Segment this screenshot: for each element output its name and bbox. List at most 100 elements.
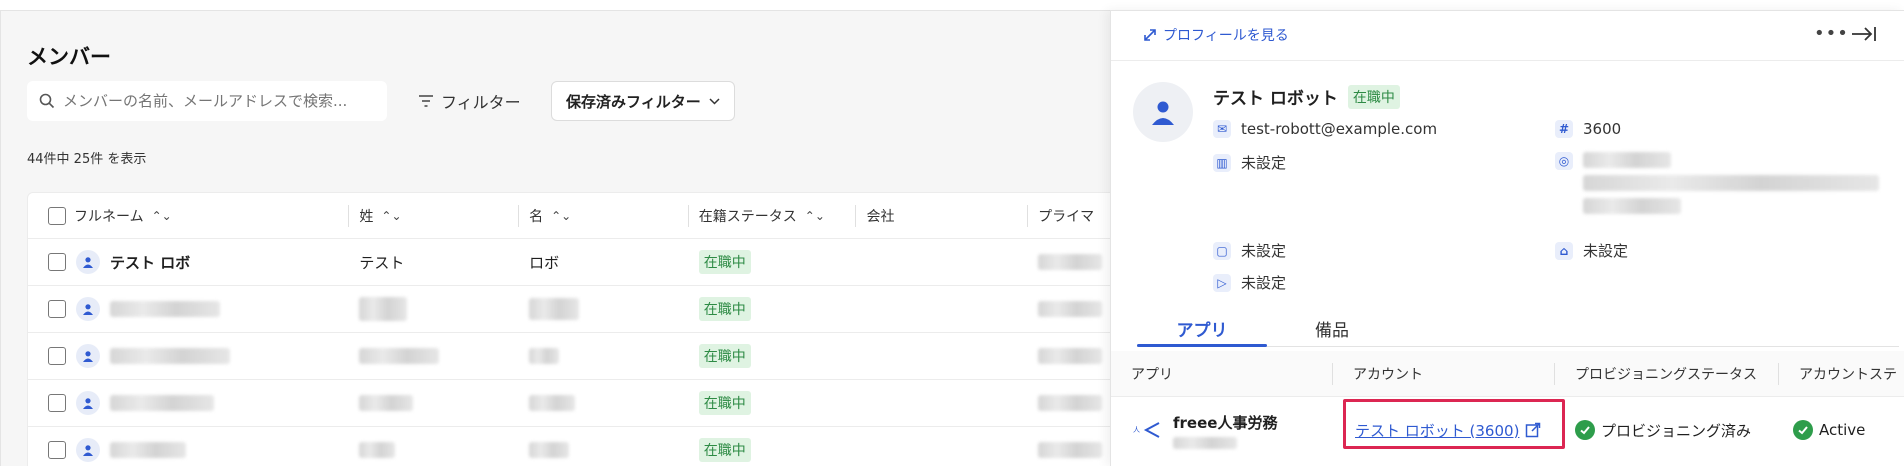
redacted-name [110,348,230,364]
mail-icon: ✉ [1213,120,1231,138]
column-account-status: アカウントステ [1799,366,1897,383]
table-row[interactable]: 在職中 [28,427,1110,466]
drawer-tabs: アプリ 備品 [1137,311,1899,347]
highlight-box [1343,399,1565,449]
result-count: 44件中 25件 を表示 [27,152,147,167]
table-row[interactable]: テスト ロボ テスト ロボ 在職中 [28,239,1110,286]
tag-icon: ▷ [1213,273,1231,292]
row-checkbox[interactable] [48,441,66,459]
redacted-value [1173,436,1237,449]
avatar [76,344,100,368]
app-cell: 人 freee人事労務 [1111,412,1333,449]
sort-icon[interactable]: ⌃⌄ [805,209,825,223]
column-fullname[interactable]: フルネーム ⌃⌄ [28,204,350,227]
column-app: アプリ [1111,362,1333,385]
saved-filter-label: 保存済みフィルター [566,92,701,111]
redacted-value [1038,301,1103,317]
filter-button[interactable]: フィルター [419,89,521,113]
member-search[interactable] [27,81,387,121]
table-row[interactable]: 在職中 [28,380,1110,427]
redacted-value [1583,152,1671,168]
saved-filter-dropdown[interactable]: 保存済みフィルター [551,81,735,121]
column-provisioning-status: プロビジョニングステータス [1555,362,1779,385]
sort-icon[interactable]: ⌃⌄ [381,209,401,223]
department-value: 未設定 [1241,154,1287,172]
redacted-value [529,442,570,458]
members-table: フルネーム ⌃⌄ 姓 ⌃⌄ 名 ⌃⌄ 在籍ステータス ⌃⌄ 会社 プライマ テス… [27,192,1110,466]
profile-name: テスト ロボット [1213,89,1338,109]
status-badge: 在職中 [698,250,751,274]
column-primary[interactable]: プライマ [1028,205,1110,227]
table-row[interactable]: 在職中 [28,333,1110,380]
label-row: ▷ 未設定 [1213,272,1286,293]
status-badge: 在職中 [698,391,751,415]
provisioning-cell: プロビジョニング済み [1555,420,1779,441]
avatar [76,391,100,415]
view-profile-link[interactable]: プロフィールを見る [1143,25,1289,45]
email-row: ✉ test-robott@example.com [1213,120,1437,138]
department-row: ▥ 未設定 [1213,152,1286,173]
filter-icon [419,95,433,107]
members-panel: メンバー フィルター 保存済みフィルター 44件中 25件 を表示 フルネーム … [0,10,1110,466]
redacted-value [529,348,560,364]
column-status[interactable]: 在籍ステータス ⌃⌄ [689,204,857,227]
apps-table-header: アプリ アカウント プロビジョニングステータス アカウントステ [1111,351,1904,397]
redacted-value [1583,198,1681,214]
filter-label: フィルター [441,93,521,112]
job-title-value: 未設定 [1241,242,1287,260]
collapse-right-icon[interactable] [1851,25,1877,47]
check-circle-icon [1793,420,1813,440]
office-icon: ⌂ [1555,241,1573,260]
tab-equipment[interactable]: 備品 [1267,311,1397,346]
column-lastname[interactable]: 姓 ⌃⌄ [349,204,520,227]
address-row: ◎ [1555,152,1879,214]
apps-table: アプリ アカウント プロビジョニングステータス アカウントステ 人 freee人… [1111,351,1904,463]
member-name[interactable]: テスト ロボ [110,252,190,273]
table-header: フルネーム ⌃⌄ 姓 ⌃⌄ 名 ⌃⌄ 在籍ステータス ⌃⌄ 会社 プライマ [28,193,1110,239]
account-status-cell: Active [1779,420,1904,440]
provisioning-status: プロビジョニング済み [1601,421,1752,440]
user-icon [83,304,93,315]
column-company[interactable]: 会社 [856,204,1029,227]
redacted-value [1038,254,1103,270]
employee-number-row: # 3600 [1555,120,1621,138]
first-name: ロボ [529,253,560,272]
row-checkbox[interactable] [48,394,66,412]
check-circle-icon [1575,420,1595,440]
row-checkbox[interactable] [48,300,66,318]
sort-icon[interactable]: ⌃⌄ [551,209,571,223]
page-title: メンバー [27,45,111,69]
redacted-value [1038,348,1103,364]
chevron-down-icon [709,97,720,105]
email-value: test-robott@example.com [1241,120,1438,138]
redacted-value [529,395,576,411]
hash-icon: # [1555,120,1573,138]
row-checkbox[interactable] [48,347,66,365]
freee-logo-icon: 人 [1133,422,1160,438]
user-icon [83,351,93,362]
job-title-row: ▢ 未設定 [1213,240,1286,261]
svg-text:人: 人 [1133,426,1140,434]
avatar [1133,82,1193,142]
location-value: 未設定 [1583,242,1629,260]
drawer-toolbar: プロフィールを見る ••• [1111,11,1904,61]
row-checkbox[interactable] [48,253,66,271]
sort-icon[interactable]: ⌃⌄ [152,209,172,223]
redacted-value [359,442,396,458]
column-firstname[interactable]: 名 ⌃⌄ [519,204,689,227]
avatar [76,297,100,321]
search-input[interactable] [63,92,363,110]
tab-apps[interactable]: アプリ [1137,311,1267,347]
member-detail-drawer: プロフィールを見る ••• テスト ロボット 在職中 ✉ test-robott… [1110,10,1904,466]
redacted-value [359,297,408,321]
user-icon [1152,101,1174,125]
select-all-checkbox[interactable] [48,206,66,225]
briefcase-icon: ▢ [1213,241,1231,260]
employee-number-value: 3600 [1583,120,1622,138]
redacted-name [110,301,220,317]
table-row[interactable]: 在職中 [28,286,1110,333]
user-icon [83,445,93,456]
redacted-value [529,298,580,320]
ellipsis-icon[interactable]: ••• [1814,23,1849,44]
profile-header: テスト ロボット 在職中 [1213,84,1400,109]
